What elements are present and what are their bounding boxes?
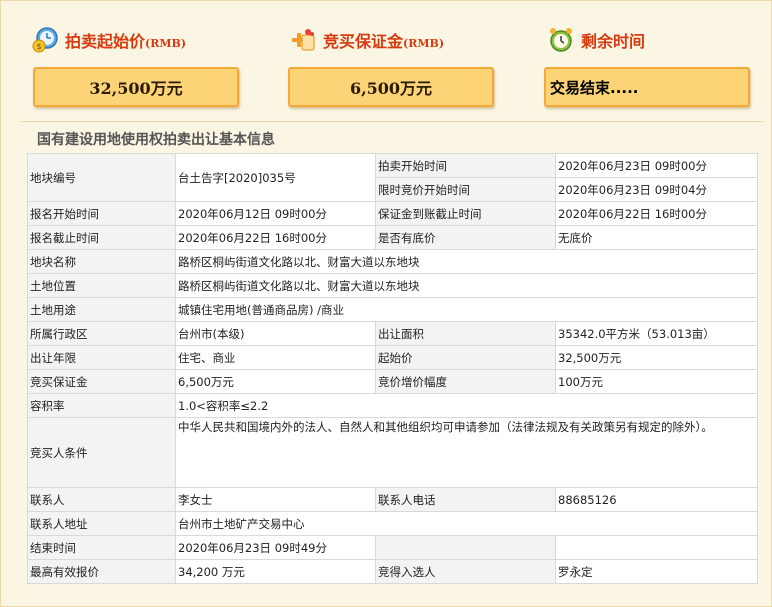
auction-start-value: 2020年06月23日 09时00分 [555,153,758,178]
start-price-value: 32,500万元 [33,67,239,107]
winner-label: 竞得入选人 [375,559,556,584]
table-row: 结束时间 2020年06月23日 09时49分 [27,535,758,560]
district-value: 台州市(本级) [175,321,376,346]
reg-start-value: 2020年06月12日 09时00分 [175,201,376,226]
alarm-clock-icon [550,28,572,52]
table-row: 土地用途 城镇住宅用地(普通商品房) /商业 [27,297,758,322]
table-row: 报名开始时间 2020年06月12日 09时00分 保证金到账截止时间 2020… [27,201,758,226]
far-value: 1.0<容积率≤2.2 [175,393,758,418]
deposit-value: 6,500万元 [288,67,494,107]
remaining-time-label: 剩余时间 [581,32,646,51]
auction-panel: $ 拍卖起始价(RMB) 竞买保证金(RMB) 剩余时间 32,500万元 6,… [0,0,772,607]
parcel-name-value: 路桥区桐屿街道文化路以北、财富大道以东地块 [175,249,758,274]
empty-cell [375,535,556,560]
remaining-time-header: 剩余时间 [547,25,645,55]
deposit-deadline-value: 2020年06月22日 16时00分 [555,201,758,226]
parcel-no-label: 地块编号 [27,153,176,202]
start-price-row-value: 32,500万元 [555,345,758,370]
parcel-no-value: 台土告字[2020]035号 [175,153,376,202]
end-time-value: 2020年06月23日 09时49分 [175,535,376,560]
conditions-value: 中华人民共和国境内外的法人、自然人和其他组织均可申请参加（法律法规及有关政策另有… [175,417,758,488]
table-row: 容积率 1.0<容积率≤2.2 [27,393,758,418]
table-row: 竞买人条件 中华人民共和国境内外的法人、自然人和其他组织均可申请参加（法律法规及… [27,417,758,488]
auction-start-label: 拍卖开始时间 [375,153,556,178]
table-row: 出让年限 住宅、商业 起始价 32,500万元 [27,345,758,370]
contact-label: 联系人 [27,487,176,512]
address-value: 台州市土地矿产交易中心 [175,511,758,536]
contact-value: 李女士 [175,487,376,512]
bid-start-label: 限时竞价开始时间 [375,177,556,202]
reg-start-label: 报名开始时间 [27,201,176,226]
usage-label: 土地用途 [27,297,176,322]
table-row: 地块名称 路桥区桐屿街道文化路以北、财富大道以东地块 [27,249,758,274]
deposit-row-value: 6,500万元 [175,369,376,394]
divider [21,121,763,122]
phone-label: 联系人电话 [375,487,556,512]
area-value: 35342.0平方米（53.013亩） [555,321,758,346]
empty-cell [555,535,758,560]
table-row: 土地位置 路桥区桐屿街道文化路以北、财富大道以东地块 [27,273,758,298]
reserve-label: 是否有底价 [375,225,556,250]
deposit-icon [292,29,315,51]
deposit-header: 竞买保证金(RMB) [289,25,444,55]
usage-value: 城镇住宅用地(普通商品房) /商业 [175,297,758,322]
location-value: 路桥区桐屿街道文化路以北、财富大道以东地块 [175,273,758,298]
table-row: 联系人 李女士 联系人电话 88685126 [27,487,758,512]
table-row: 地块编号 台土告字[2020]035号 拍卖开始时间 2020年06月23日 0… [27,153,758,202]
start-price-label: 拍卖起始价(RMB) [65,32,187,51]
phone-value: 88685126 [555,487,758,512]
table-row: 联系人地址 台州市土地矿产交易中心 [27,511,758,536]
reg-end-label: 报名截止时间 [27,225,176,250]
svg-text:$: $ [36,42,41,51]
winner-value: 罗永定 [555,559,758,584]
increment-label: 竞价增价幅度 [375,369,556,394]
top-bid-value: 34,200 万元 [175,559,376,584]
term-value: 住宅、商业 [175,345,376,370]
far-label: 容积率 [27,393,176,418]
start-price-header: $ 拍卖起始价(RMB) [31,25,186,55]
term-label: 出让年限 [27,345,176,370]
table-row: 最高有效报价 34,200 万元 竞得入选人 罗永定 [27,559,758,584]
reserve-value: 无底价 [555,225,758,250]
deposit-row-label: 竞买保证金 [27,369,176,394]
table-row: 竞买保证金 6,500万元 竞价增价幅度 100万元 [27,369,758,394]
top-bid-label: 最高有效报价 [27,559,176,584]
bid-start-value: 2020年06月23日 09时04分 [555,177,758,202]
section-title: 国有建设用地使用权拍卖出让基本信息 [37,132,275,148]
location-label: 土地位置 [27,273,176,298]
increment-value: 100万元 [555,369,758,394]
area-label: 出让面积 [375,321,556,346]
start-price-row-label: 起始价 [375,345,556,370]
table-row: 所属行政区 台州市(本级) 出让面积 35342.0平方米（53.013亩） [27,321,758,346]
info-table: 地块编号 台土告字[2020]035号 拍卖开始时间 2020年06月23日 0… [27,153,758,584]
price-clock-icon: $ [32,27,58,53]
reg-end-value: 2020年06月22日 16时00分 [175,225,376,250]
table-row: 报名截止时间 2020年06月22日 16时00分 是否有底价 无底价 [27,225,758,250]
conditions-label: 竞买人条件 [27,417,176,488]
district-label: 所属行政区 [27,321,176,346]
remaining-time-value: 交易结束..... [544,67,750,107]
address-label: 联系人地址 [27,511,176,536]
deposit-deadline-label: 保证金到账截止时间 [375,201,556,226]
parcel-name-label: 地块名称 [27,249,176,274]
end-time-label: 结束时间 [27,535,176,560]
deposit-label: 竞买保证金(RMB) [323,32,445,51]
